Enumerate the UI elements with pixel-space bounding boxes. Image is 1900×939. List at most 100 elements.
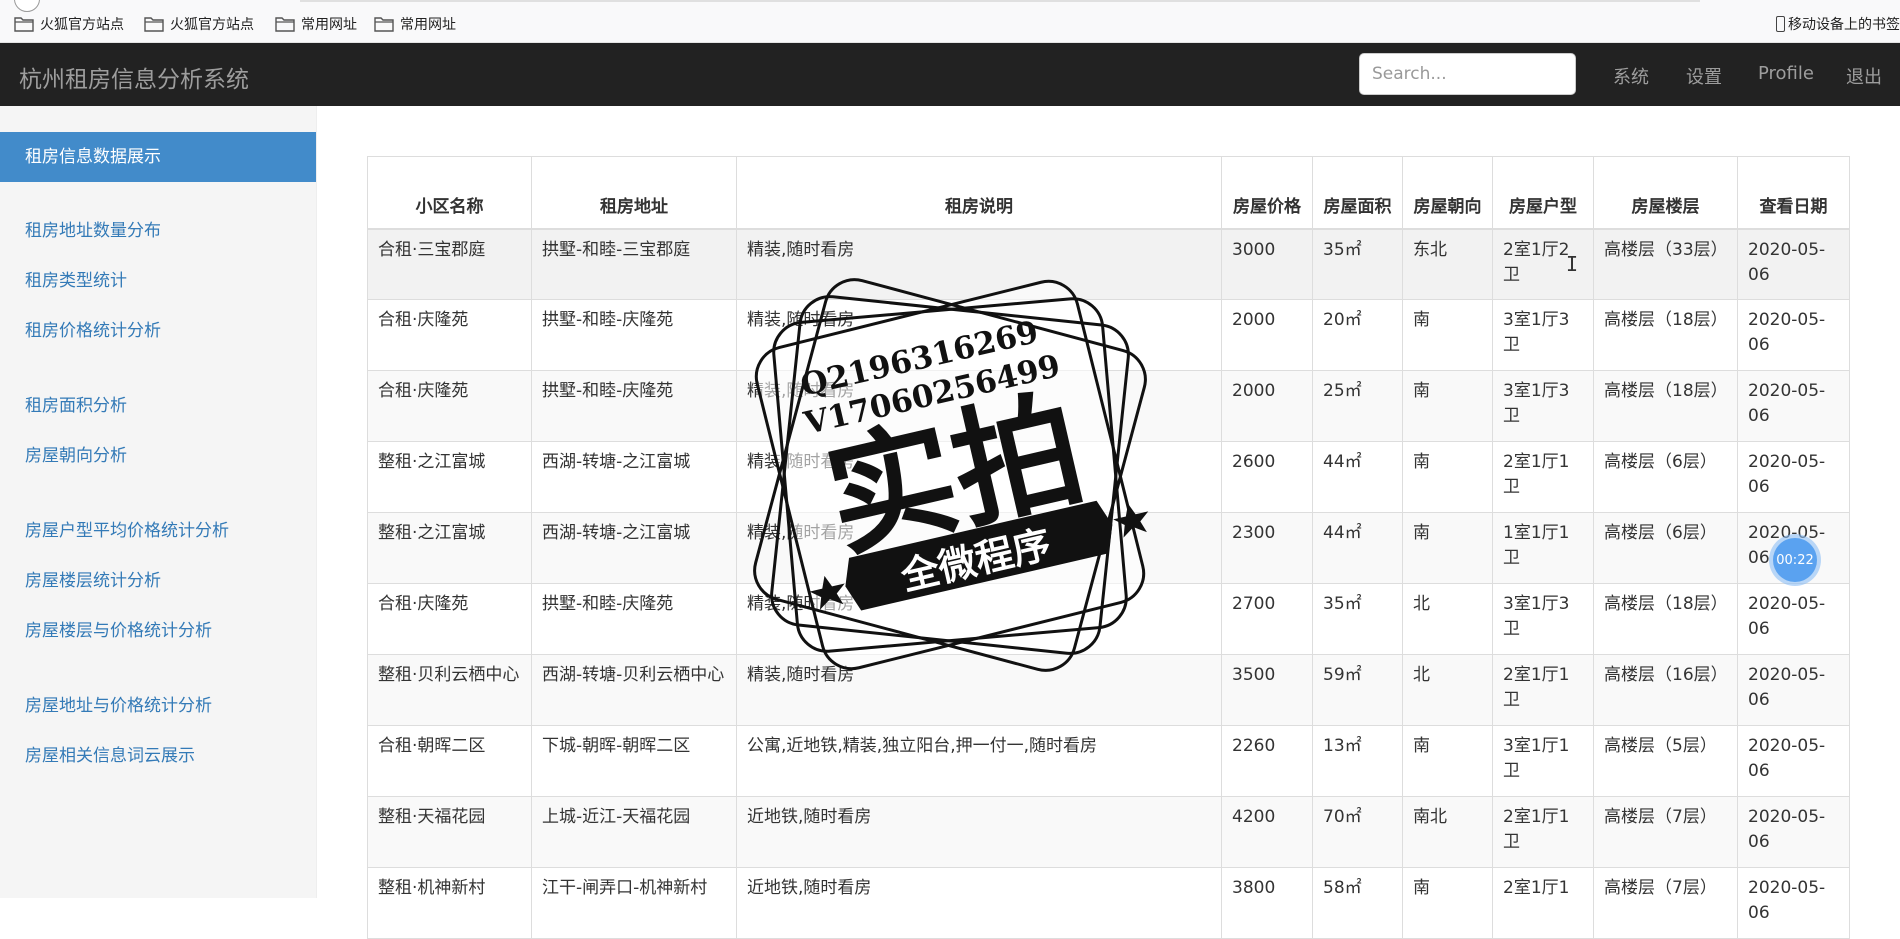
- bookmark-folder-3[interactable]: 常用网址: [275, 13, 357, 35]
- sidebar-item-floor-price[interactable]: 房屋楼层与价格统计分析: [0, 606, 316, 656]
- table-row: 合租·三宝郡庭 拱墅-和睦-三宝郡庭 精装,随时看房 3000 35㎡ 东北 2室1厅2卫高…: [367, 228, 1850, 300]
- table-cell: 3000: [1221, 228, 1313, 300]
- table-cell: 2020-05-06: [1737, 583, 1850, 655]
- table-cell: 合租·朝晖二区: [367, 725, 532, 797]
- search-input[interactable]: [1359, 53, 1576, 95]
- app-title[interactable]: 杭州租房信息分析系统: [19, 60, 249, 94]
- sidebar-item-orientation-analysis[interactable]: 房屋朝向分析: [0, 431, 316, 481]
- table-cell: 近地铁,随时看房: [736, 867, 1222, 939]
- bookmark-label: 火狐官方站点: [40, 17, 124, 33]
- table-cell: 北: [1402, 583, 1493, 655]
- column-header: 房屋面积: [1312, 156, 1403, 230]
- table-cell: 高楼层（16层）: [1593, 654, 1738, 726]
- table-cell: 合租·庆隆苑: [367, 583, 532, 655]
- table-cell: 2020-05-06: [1737, 867, 1850, 939]
- column-header: 小区名称: [367, 156, 532, 230]
- table-cell: 西湖-转塘-贝利云栖中心: [531, 654, 737, 726]
- column-header: 租房说明: [736, 156, 1222, 230]
- table-cell: 精装,随时看房: [736, 299, 1222, 371]
- table-row: 整租·之江富城 西湖-转塘-之江富城 精装,随时看房 2300 44㎡南 1室1厅1卫 高楼…: [367, 512, 1850, 584]
- table-cell: 高楼层（33层）: [1593, 228, 1738, 300]
- table-cell: 整租·之江富城: [367, 441, 532, 513]
- text-cursor-icon: I: [1566, 252, 1579, 276]
- table-row: 整租·贝利云栖中心 西湖-转塘-贝利云栖中心 精装,随时看房 3500 59㎡北 2室1厅…: [367, 654, 1850, 726]
- table-cell: 4200: [1221, 796, 1313, 868]
- bookmarks-toolbar: 火狐官方站点 火狐官方站点 常用网址 常用网址 移动设备上的书签: [0, 0, 1900, 43]
- table-cell: 精装,随时看房: [736, 370, 1222, 442]
- table-cell: 南: [1402, 441, 1493, 513]
- recording-timer[interactable]: 00:22: [1773, 538, 1817, 582]
- table-cell: 35㎡: [1312, 228, 1403, 300]
- table-cell: 精装,随时看房: [736, 512, 1222, 584]
- nav-link-profile[interactable]: Profile: [1758, 63, 1814, 84]
- nav-link-system[interactable]: 系统: [1613, 63, 1649, 89]
- table-cell: 整租·机神新村: [367, 867, 532, 939]
- table-cell: 25㎡: [1312, 370, 1403, 442]
- table-cell: 2020-05-06: [1737, 725, 1850, 797]
- table-cell: 3室1厅1卫: [1492, 725, 1594, 797]
- table-cell: 高楼层（18层）: [1593, 583, 1738, 655]
- column-header: 房屋楼层: [1593, 156, 1738, 230]
- table-row: 合租·庆隆苑 拱墅-和睦-庆隆苑 精装,随时看房 2000 20㎡南 3室1厅3卫 高楼层（…: [367, 299, 1850, 371]
- folder-icon: [14, 17, 34, 32]
- sidebar-item-layout-price[interactable]: 房屋户型平均价格统计分析: [0, 506, 316, 556]
- sidebar-item-area-analysis[interactable]: 租房面积分析: [0, 381, 316, 431]
- table-cell: 整租·贝利云栖中心: [367, 654, 532, 726]
- table-cell: 拱墅-和睦-三宝郡庭: [531, 228, 737, 300]
- table-cell: 南: [1402, 867, 1493, 939]
- table-cell: 拱墅-和睦-庆隆苑: [531, 370, 737, 442]
- bookmark-label: 常用网址: [400, 17, 456, 33]
- column-header: 租房地址: [531, 156, 737, 230]
- table-cell: 3500: [1221, 654, 1313, 726]
- sidebar-item-address-distribution[interactable]: 租房地址数量分布: [0, 206, 316, 256]
- nav-link-settings[interactable]: 设置: [1686, 63, 1722, 89]
- table-cell: 南: [1402, 370, 1493, 442]
- table-cell: 西湖-转塘-之江富城: [531, 441, 737, 513]
- bookmark-label: 常用网址: [301, 17, 357, 33]
- rental-table-container: 小区名称 租房地址 租房说明 房屋价格 房屋面积 房屋朝向 房屋户型 房屋楼层 …: [367, 156, 1850, 939]
- column-header: 房屋价格: [1221, 156, 1313, 230]
- sidebar-item-floor-stats[interactable]: 房屋楼层统计分析: [0, 556, 316, 606]
- column-header: 房屋朝向: [1402, 156, 1493, 230]
- table-cell: 高楼层（5层）: [1593, 725, 1738, 797]
- column-header: 房屋户型: [1492, 156, 1594, 230]
- table-cell: 东北: [1402, 228, 1493, 300]
- table-cell: 44㎡: [1312, 512, 1403, 584]
- table-cell: 下城-朝晖-朝晖二区: [531, 725, 737, 797]
- table-cell: 2000: [1221, 370, 1313, 442]
- table-cell: 公寓,近地铁,精装,独立阳台,押一付一,随时看房: [736, 725, 1222, 797]
- table-cell: 13㎡: [1312, 725, 1403, 797]
- bookmark-folder-1[interactable]: 火狐官方站点: [14, 13, 124, 35]
- browser-circle-button[interactable]: [14, 0, 40, 12]
- table-cell: 高楼层（18层）: [1593, 370, 1738, 442]
- sidebar-item-address-price[interactable]: 房屋地址与价格统计分析: [0, 681, 316, 731]
- table-cell: 精装,随时看房: [736, 654, 1222, 726]
- table-cell: 2室1厅1卫: [1492, 796, 1594, 868]
- rental-table: 小区名称 租房地址 租房说明 房屋价格 房屋面积 房屋朝向 房屋户型 房屋楼层 …: [367, 156, 1850, 939]
- sidebar-item-type-stats[interactable]: 租房类型统计: [0, 256, 316, 306]
- table-cell: 合租·三宝郡庭: [367, 228, 532, 300]
- nav-link-logout[interactable]: 退出: [1846, 63, 1882, 89]
- table-cell: 2020-05-06: [1737, 370, 1850, 442]
- table-row: 整租·天福花园 上城-近江-天福花园 近地铁,随时看房 4200 70㎡ 南北 2室1厅1卫…: [367, 796, 1850, 868]
- sidebar-item-price-stats[interactable]: 租房价格统计分析: [0, 306, 316, 356]
- address-bar-edge: [300, 0, 1700, 2]
- folder-icon: [144, 17, 164, 32]
- bookmark-folder-4[interactable]: 常用网址: [374, 13, 456, 35]
- bookmark-folder-2[interactable]: 火狐官方站点: [144, 13, 254, 35]
- table-cell: 精装,随时看房: [736, 228, 1222, 300]
- sidebar-item-data-display[interactable]: 租房信息数据展示: [0, 132, 316, 182]
- table-cell: 2室1厅1: [1492, 867, 1594, 939]
- table-cell: 南: [1402, 512, 1493, 584]
- table-cell: 南北: [1402, 796, 1493, 868]
- table-cell: 3室1厅3卫: [1492, 370, 1594, 442]
- sidebar-item-wordcloud[interactable]: 房屋相关信息词云展示: [0, 731, 316, 781]
- table-row: 合租·庆隆苑 拱墅-和睦-庆隆苑 精装,随时看房 2700 35㎡北 3室1厅3卫 高楼层（…: [367, 583, 1850, 655]
- table-cell: 3室1厅3卫: [1492, 583, 1594, 655]
- table-cell: 58㎡: [1312, 867, 1403, 939]
- table-cell: 2020-05-06: [1737, 796, 1850, 868]
- table-cell: 精装,随时看房: [736, 583, 1222, 655]
- table-cell: 南: [1402, 725, 1493, 797]
- table-cell: 北: [1402, 654, 1493, 726]
- mobile-bookmarks[interactable]: 移动设备上的书签: [1776, 13, 1900, 35]
